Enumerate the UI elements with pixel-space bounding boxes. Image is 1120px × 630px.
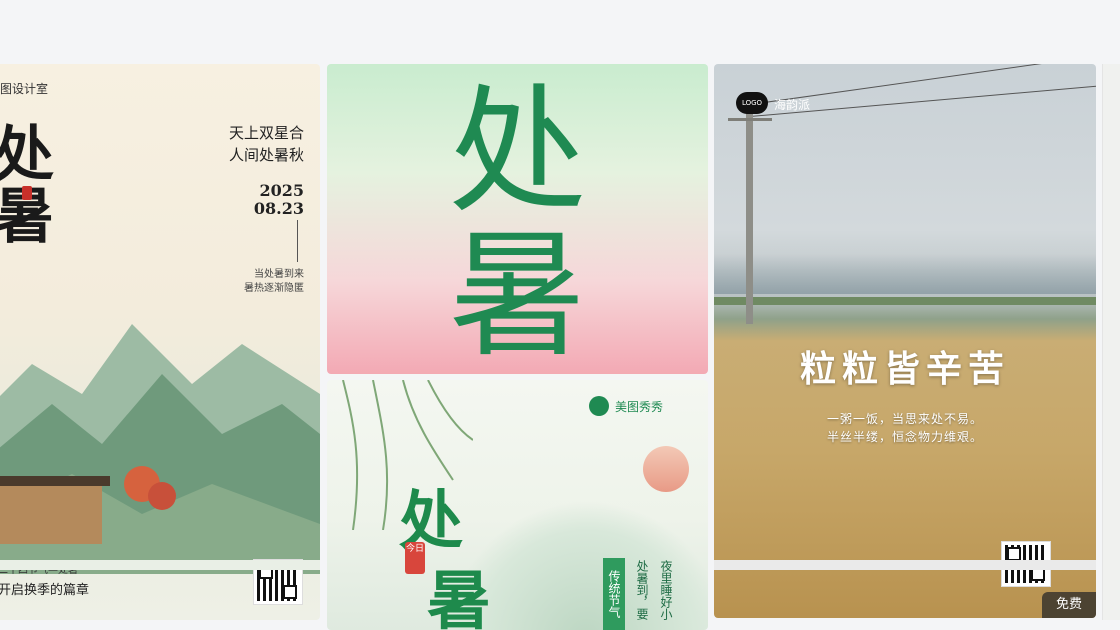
card-studio-label: 图设计室 (0, 82, 49, 96)
card-vertical-text: 夜里睡好小 (659, 560, 673, 620)
card-poem: 天上双星合 人间处暑秋 (229, 122, 304, 166)
next-row-peek[interactable] (714, 560, 1096, 570)
tree-line (714, 297, 1096, 305)
card-headline: 粒粒皆辛苦 (799, 348, 1010, 390)
card-tag: 传统节气 (603, 558, 625, 630)
seal-stamp (22, 186, 32, 200)
card-brand: 美图秀秀 (615, 400, 664, 414)
card-big-char: 暑 (448, 215, 587, 374)
template-grid: 图设计室 处 暑 天上双星合 人间处暑秋 2025 08.23 当处暑到来 暑热… (0, 62, 1120, 630)
year-text: 2025 (259, 181, 304, 200)
card-bottom-title: 开启换季的篇章 (0, 583, 90, 598)
card-subline: 一粥一饭，当思来处不易。 (826, 412, 983, 426)
logo-badge: LOGO (736, 92, 768, 114)
template-card-landscape[interactable]: 图设计室 处 暑 天上双星合 人间处暑秋 2025 08.23 当处暑到来 暑热… (0, 64, 320, 620)
card-date: 2025 08.23 (254, 182, 304, 218)
small-line: 当处暑到来 (254, 269, 304, 280)
top-bar (0, 0, 1120, 62)
template-card-gradient[interactable]: 处 暑 (327, 64, 708, 374)
brand-logo-icon (589, 396, 609, 416)
template-card-willow[interactable]: 美图秀秀 处 今日 暑 传统节气 处暑到，要 夜里睡好小 (327, 380, 708, 630)
utility-pole (746, 112, 753, 324)
date-stamp: 今日 (405, 542, 425, 574)
next-row-peek[interactable] (0, 560, 320, 570)
distant-hills (714, 254, 1096, 294)
card-big-char: 暑 (427, 564, 491, 630)
card-subline: 半丝半缕，恒念物力维艰。 (826, 430, 983, 444)
card-brand: 海韵派 (774, 98, 811, 112)
mountain-illustration (0, 324, 320, 574)
divider (297, 220, 298, 262)
poem-line: 人间处暑秋 (228, 146, 304, 164)
sun-illustration (643, 446, 689, 492)
template-card-wheat[interactable]: LOGO 海韵派 粒粒皆辛苦 一粥一饭，当思来处不易。 半丝半缕，恒念物力维艰。… (714, 64, 1096, 618)
pole-crossbar (728, 118, 772, 121)
card-vertical-text: 处暑到，要 (635, 560, 649, 620)
free-badge: 免费 (1042, 592, 1096, 618)
poem-line: 天上双星合 (228, 124, 304, 142)
next-card-peek[interactable] (1102, 64, 1120, 620)
date-text: 08.23 (253, 199, 304, 218)
card-big-char: 处 (448, 71, 587, 232)
